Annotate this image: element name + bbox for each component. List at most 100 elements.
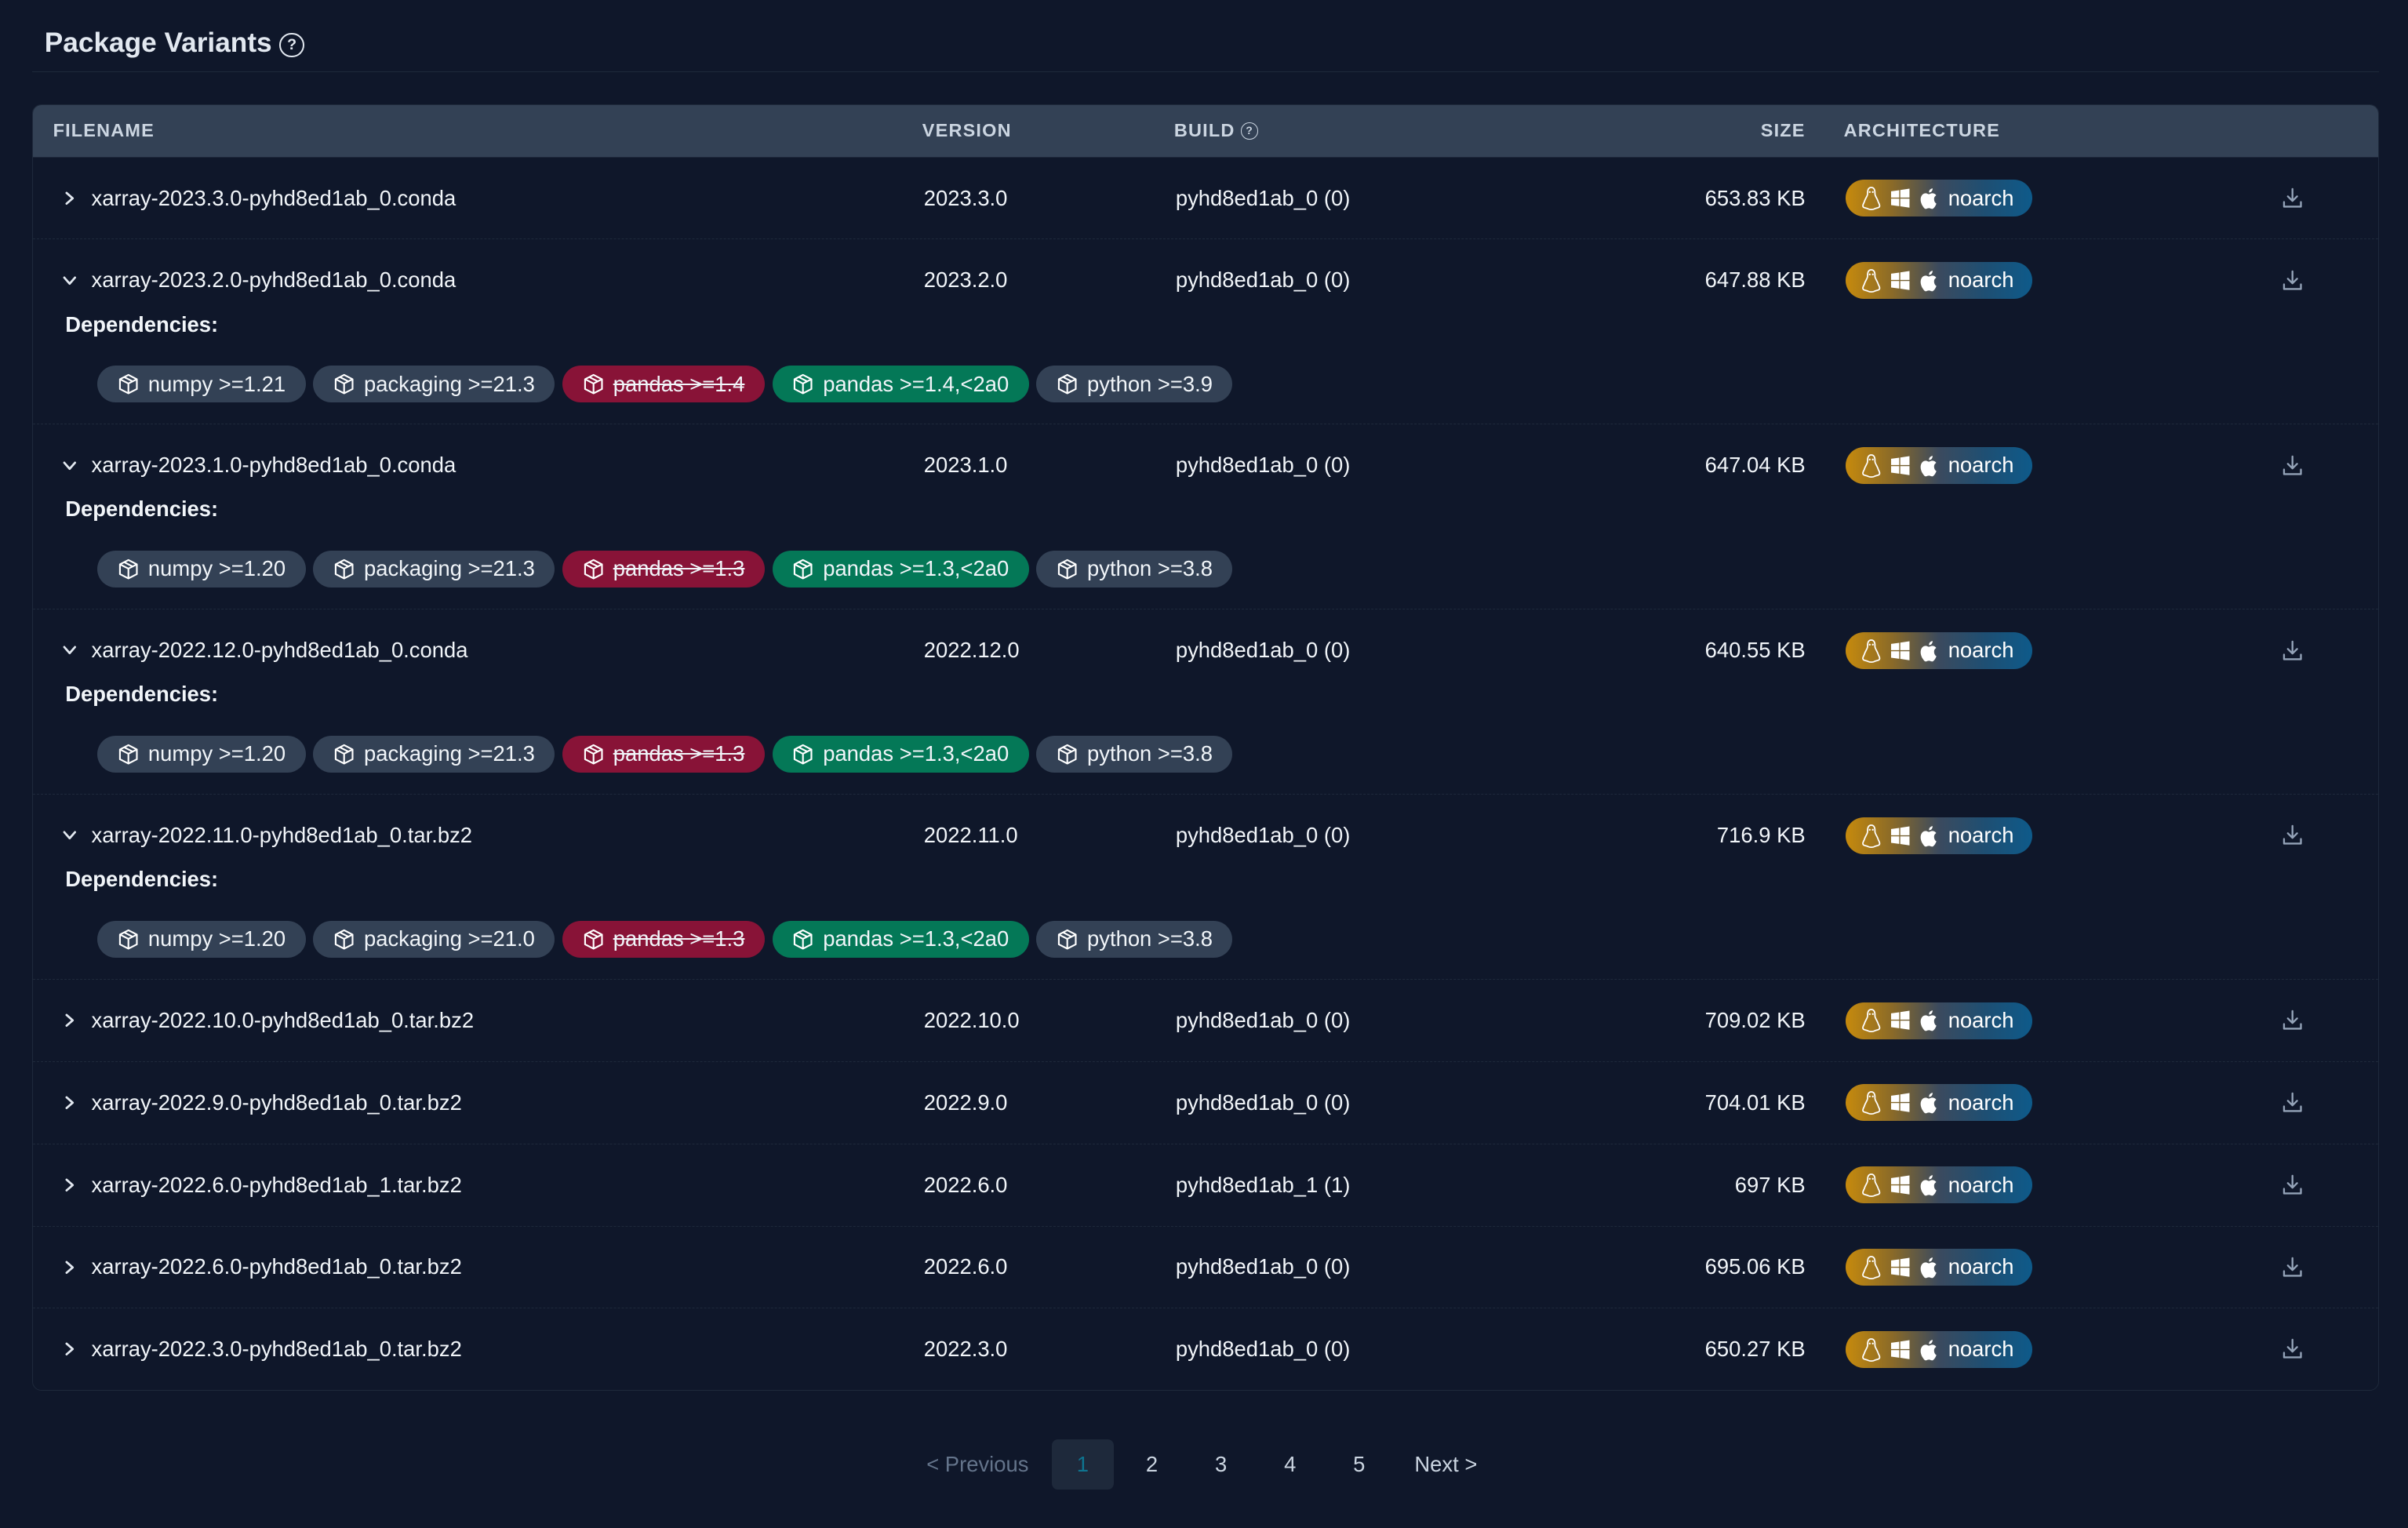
download-icon[interactable] [2275, 1227, 2309, 1308]
table-header: FILENAME VERSION BUILD ? SIZE ARCHITECTU… [33, 105, 2378, 158]
architecture-badge: noarch [1845, 180, 2032, 217]
dependency-chip-removed[interactable]: pandas >=1.3 [562, 550, 765, 588]
package-variants-page: Package Variants ? FILENAME VERSION BUIL… [0, 0, 2408, 1528]
download-icon[interactable] [2275, 1308, 2309, 1390]
dependencies-section: Dependencies: numpy >=1.20 packaging >=21.… [33, 497, 2378, 609]
chevron-right-icon[interactable] [60, 1227, 78, 1308]
download-icon[interactable] [2275, 795, 2309, 876]
version-cell: 2023.3.0 [923, 185, 1008, 210]
question-circle-icon[interactable]: ? [1241, 122, 1258, 140]
package-icon [118, 929, 138, 950]
download-icon[interactable] [2275, 424, 2309, 506]
dependency-chip-unchanged[interactable]: packaging >=21.3 [313, 550, 555, 588]
architecture-badge: noarch [1845, 1166, 2032, 1204]
package-icon [1057, 373, 1077, 395]
row-main[interactable]: xarray-2023.3.0-pyhd8ed1ab_0.conda 2023.… [33, 158, 2378, 239]
dependency-chip-removed[interactable]: pandas >=1.4 [562, 366, 765, 402]
dependency-chip-removed[interactable]: pandas >=1.3 [562, 920, 765, 958]
package-icon [118, 744, 138, 765]
dependency-list: numpy >=1.20 packaging >=21.3 pandas >=1.3… [65, 550, 2378, 588]
dependency-chip-added[interactable]: pandas >=1.4,<2a0 [772, 366, 1029, 402]
windows-icon [1891, 271, 1910, 290]
row-main[interactable]: xarray-2022.3.0-pyhd8ed1ab_0.tar.bz2 202… [33, 1308, 2378, 1390]
chevron-right-icon[interactable] [60, 980, 78, 1061]
package-icon [118, 373, 138, 395]
filename-cell: xarray-2022.12.0-pyhd8ed1ab_0.conda [91, 638, 468, 663]
download-icon[interactable] [2275, 609, 2309, 691]
row-main[interactable]: xarray-2023.2.0-pyhd8ed1ab_0.conda 2023.… [33, 239, 2378, 321]
filename-cell: xarray-2023.1.0-pyhd8ed1ab_0.conda [91, 453, 457, 478]
build-cell: pyhd8ed1ab_0 (0) [1175, 823, 1351, 848]
download-icon[interactable] [2275, 239, 2309, 321]
dependency-chip-unchanged[interactable]: numpy >=1.21 [97, 366, 306, 402]
section-header: Package Variants ? [32, 16, 2379, 73]
apple-icon [1920, 1010, 1937, 1031]
row-main[interactable]: xarray-2022.11.0-pyhd8ed1ab_0.tar.bz2 20… [33, 795, 2378, 876]
column-header-filename: FILENAME [53, 120, 155, 141]
next-page-button[interactable]: Next > [1400, 1439, 1492, 1490]
architecture-label: noarch [1948, 1090, 2014, 1115]
page-2-button[interactable]: 2 [1121, 1439, 1182, 1490]
dependency-chip-unchanged[interactable]: numpy >=1.20 [97, 735, 306, 773]
dependency-chip-unchanged[interactable]: python >=3.8 [1036, 920, 1233, 958]
dependency-chip-unchanged[interactable]: packaging >=21.3 [313, 366, 555, 402]
architecture-badge: noarch [1845, 446, 2032, 484]
page-1-button[interactable]: 1 [1052, 1439, 1114, 1490]
dependency-text: python >=3.8 [1087, 926, 1213, 951]
dependency-chip-unchanged[interactable]: numpy >=1.20 [97, 550, 306, 588]
previous-page-button[interactable]: < Previous [916, 1439, 1039, 1490]
dependency-chip-unchanged[interactable]: python >=3.8 [1036, 550, 1233, 588]
windows-icon [1891, 826, 1910, 846]
version-cell: 2022.12.0 [923, 638, 1020, 663]
page-3-button[interactable]: 3 [1190, 1439, 1251, 1490]
dependency-chip-unchanged[interactable]: numpy >=1.20 [97, 920, 306, 958]
dependency-chip-removed[interactable]: pandas >=1.3 [562, 735, 765, 773]
dependency-chip-added[interactable]: pandas >=1.3,<2a0 [772, 735, 1029, 773]
chevron-right-icon[interactable] [60, 1308, 78, 1390]
dependency-text: numpy >=1.21 [147, 371, 286, 396]
chevron-right-icon[interactable] [60, 1144, 78, 1226]
chevron-down-icon[interactable] [60, 424, 78, 506]
dependency-chip-unchanged[interactable]: packaging >=21.3 [313, 735, 555, 773]
download-icon[interactable] [2275, 980, 2309, 1061]
size-cell: 697 KB [1734, 1172, 1806, 1197]
row-main[interactable]: xarray-2022.6.0-pyhd8ed1ab_0.tar.bz2 202… [33, 1227, 2378, 1308]
architecture-badge: noarch [1845, 1002, 2032, 1039]
chevron-right-icon[interactable] [60, 1062, 78, 1144]
row-main[interactable]: xarray-2022.6.0-pyhd8ed1ab_1.tar.bz2 202… [33, 1144, 2378, 1226]
architecture-cell: noarch [1845, 1308, 2032, 1390]
dependency-chip-unchanged[interactable]: python >=3.8 [1036, 735, 1233, 773]
row-main[interactable]: xarray-2022.12.0-pyhd8ed1ab_0.conda 2022… [33, 609, 2378, 691]
dependency-chip-unchanged[interactable]: python >=3.9 [1036, 366, 1233, 402]
dependency-text: pandas >=1.3 [613, 741, 745, 766]
size-cell: 716.9 KB [1716, 823, 1806, 848]
chevron-down-icon[interactable] [60, 609, 78, 691]
chevron-down-icon[interactable] [60, 795, 78, 876]
section-title: Package Variants [44, 27, 272, 59]
chevron-right-icon[interactable] [60, 158, 78, 239]
download-icon[interactable] [2275, 1062, 2309, 1144]
architecture-label: noarch [1948, 453, 2014, 478]
download-icon[interactable] [2275, 158, 2309, 239]
table-row: xarray-2022.11.0-pyhd8ed1ab_0.tar.bz2 20… [33, 795, 2378, 980]
architecture-cell: noarch [1845, 1062, 2032, 1144]
architecture-badge: noarch [1845, 631, 2032, 669]
row-main[interactable]: xarray-2022.10.0-pyhd8ed1ab_0.tar.bz2 20… [33, 980, 2378, 1061]
question-circle-icon[interactable]: ? [279, 32, 304, 57]
download-icon[interactable] [2275, 1144, 2309, 1226]
dependency-chip-added[interactable]: pandas >=1.3,<2a0 [772, 920, 1029, 958]
row-main[interactable]: xarray-2022.9.0-pyhd8ed1ab_0.tar.bz2 202… [33, 1062, 2378, 1144]
build-cell: pyhd8ed1ab_0 (0) [1175, 453, 1351, 478]
dependency-chip-unchanged[interactable]: packaging >=21.0 [313, 920, 555, 958]
linux-icon [1862, 453, 1881, 478]
table-row: xarray-2023.3.0-pyhd8ed1ab_0.conda 2023.… [33, 158, 2378, 240]
row-main[interactable]: xarray-2023.1.0-pyhd8ed1ab_0.conda 2023.… [33, 424, 2378, 506]
table-row: xarray-2022.6.0-pyhd8ed1ab_1.tar.bz2 202… [33, 1144, 2378, 1227]
page-5-button[interactable]: 5 [1329, 1439, 1390, 1490]
column-header-size: SIZE [1760, 120, 1806, 141]
chevron-down-icon[interactable] [60, 239, 78, 321]
page-4-button[interactable]: 4 [1260, 1439, 1321, 1490]
package-icon [584, 558, 603, 580]
dependency-chip-added[interactable]: pandas >=1.3,<2a0 [772, 550, 1029, 588]
apple-icon [1920, 640, 1937, 661]
